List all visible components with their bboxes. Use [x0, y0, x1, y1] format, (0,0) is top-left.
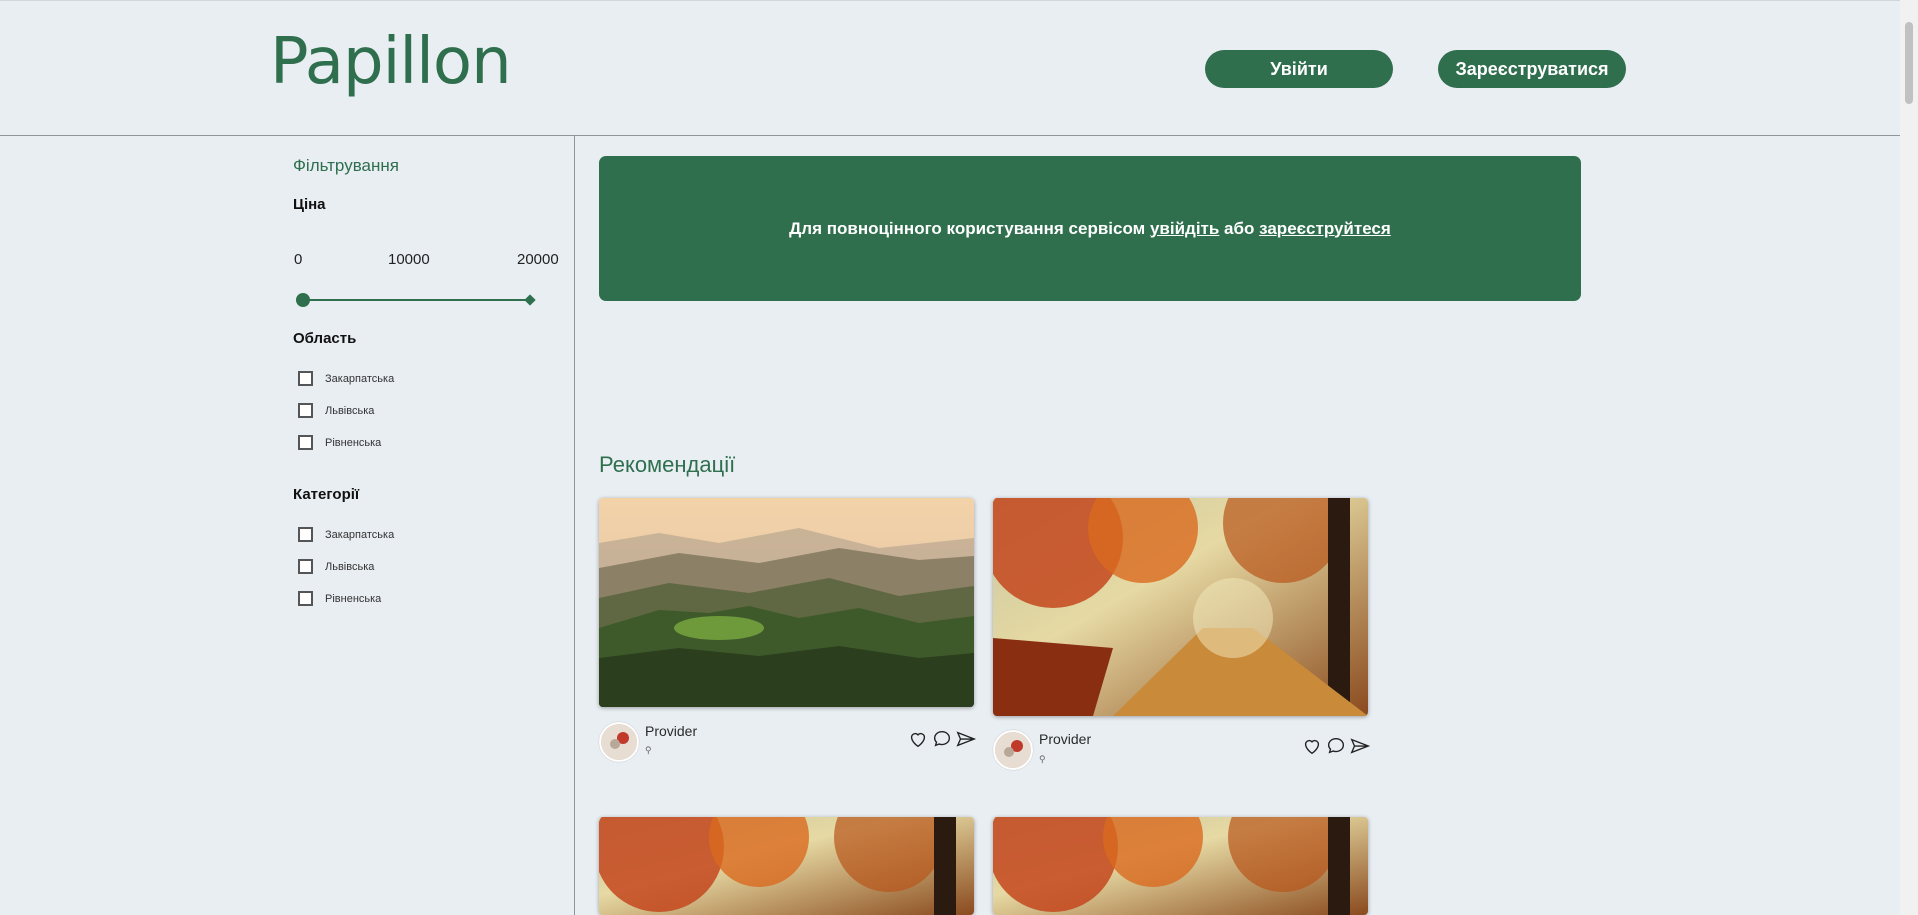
region-option-lvivska[interactable]: Львівська [298, 403, 374, 418]
category-checkbox[interactable] [298, 559, 313, 574]
card-actions [907, 728, 977, 750]
heart-icon[interactable] [907, 728, 929, 750]
banner-text-middle: або [1219, 218, 1260, 238]
category-checkbox[interactable] [298, 591, 313, 606]
comment-icon[interactable] [1325, 735, 1347, 757]
region-checkbox[interactable] [298, 403, 313, 418]
category-option-label: Рівненська [325, 592, 382, 605]
region-checkbox[interactable] [298, 371, 313, 386]
autumn-forest-image[interactable] [993, 498, 1368, 716]
slider-track [302, 299, 528, 301]
provider-name[interactable]: Provider [1039, 731, 1091, 747]
price-title: Ціна [293, 196, 326, 213]
recommendations-title: Рекомендації [599, 452, 736, 477]
site-logo[interactable]: Papillon [270, 25, 512, 99]
region-option-rivnenska[interactable]: Рівненська [298, 435, 381, 450]
autumn-forest-image[interactable] [599, 817, 974, 915]
region-checkbox[interactable] [298, 435, 313, 450]
category-option-label: Закарпатська [325, 528, 395, 541]
scrollbar-thumb[interactable] [1905, 22, 1913, 104]
site-header: Papillon Увійти Зареєструватися [0, 1, 1900, 136]
region-title: Область [293, 330, 357, 347]
region-option-label: Рівненська [325, 436, 382, 449]
price-tick-min: 0 [294, 251, 303, 268]
register-button[interactable]: Зареєструватися [1438, 50, 1626, 88]
price-tick-max: 20000 [517, 251, 559, 268]
region-option-zakarpatska[interactable]: Закарпатська [298, 371, 394, 386]
comment-icon[interactable] [931, 728, 953, 750]
region-option-label: Львівська [325, 404, 375, 417]
banner-login-link[interactable]: увійдіть [1150, 219, 1219, 239]
region-option-label: Закарпатська [325, 372, 395, 385]
price-tick-mid: 10000 [388, 251, 430, 268]
location-pin-icon: ⚲ [1039, 754, 1046, 764]
share-icon[interactable] [955, 728, 977, 750]
category-checkbox[interactable] [298, 527, 313, 542]
price-range-slider[interactable] [296, 290, 536, 310]
category-option-label: Львівська [325, 560, 375, 573]
location-pin-icon: ⚲ [645, 745, 652, 755]
login-button[interactable]: Увійти [1205, 50, 1393, 88]
heart-icon[interactable] [1301, 735, 1323, 757]
banner-text-prefix: Для повноцінного користування сервісом [789, 218, 1150, 238]
autumn-forest-image[interactable] [993, 817, 1368, 915]
filter-sidebar: Фільтрування Ціна 0 10000 20000 Область … [0, 136, 575, 915]
mountain-landscape-image[interactable] [599, 498, 974, 707]
page-scrollbar[interactable] [1900, 0, 1918, 915]
slider-min-handle[interactable] [296, 293, 310, 307]
slider-max-handle[interactable] [524, 294, 536, 306]
category-option-1[interactable]: Закарпатська [298, 527, 394, 542]
provider-name[interactable]: Provider [645, 723, 697, 739]
provider-avatar[interactable] [993, 730, 1033, 770]
provider-avatar[interactable] [599, 722, 639, 762]
filter-title: Фільтрування [293, 156, 399, 175]
category-option-3[interactable]: Рівненська [298, 591, 381, 606]
card-actions [1301, 735, 1371, 757]
signup-banner: Для повноцінного користування сервісом у… [599, 156, 1581, 301]
share-icon[interactable] [1349, 735, 1371, 757]
banner-register-link[interactable]: зареєструйтеся [1259, 219, 1391, 239]
category-option-2[interactable]: Львівська [298, 559, 374, 574]
category-title: Категорії [293, 486, 360, 503]
